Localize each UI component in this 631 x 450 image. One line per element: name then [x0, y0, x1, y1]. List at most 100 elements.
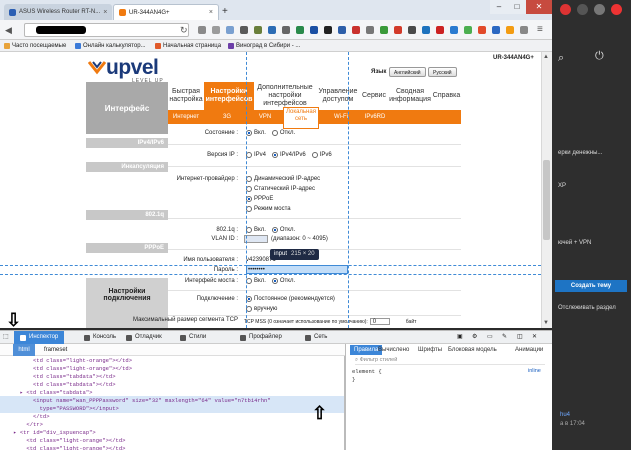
close-icon[interactable]: ×	[103, 9, 107, 16]
scroll-down-icon[interactable]: ▼	[543, 320, 549, 326]
conn-manual-option[interactable]: вручную	[246, 306, 277, 312]
close-icon[interactable]: ×	[209, 9, 213, 16]
bookmark-item[interactable]: Онлайн калькулятор...	[75, 41, 146, 51]
isp-static-option[interactable]: Статический IP-адрес	[246, 186, 315, 192]
bookmark-star-icon[interactable]	[198, 26, 206, 34]
power-icon[interactable]: ⏻	[595, 50, 604, 63]
addon-icon[interactable]	[380, 26, 388, 34]
download-icon[interactable]	[226, 26, 234, 34]
addon-icon[interactable]	[520, 26, 528, 34]
bookmark-item[interactable]: Виноград в Сибири - ...	[228, 41, 300, 51]
app-icon[interactable]	[594, 4, 605, 15]
bookmark-item[interactable]: Часто посещаемые	[4, 41, 66, 51]
ipv4v6-radio[interactable]	[272, 152, 279, 158]
addon-icon[interactable]	[268, 26, 276, 34]
back-icon[interactable]: ◀	[5, 20, 12, 40]
menu-icon[interactable]: ≡	[537, 20, 543, 40]
state-off-radio[interactable]	[271, 130, 278, 136]
close-devtools-icon[interactable]: ✕	[532, 331, 537, 344]
ipv6-radio[interactable]	[311, 152, 318, 158]
user-link[interactable]: hu4	[560, 412, 570, 418]
markup-view[interactable]: <td class="light-orange"></td> <td class…	[0, 356, 345, 450]
tab-advanced-interface[interactable]: Дополнительные настройки интерфейсов	[254, 82, 316, 110]
addon-icon[interactable]	[422, 26, 430, 34]
app-icon[interactable]	[560, 4, 571, 15]
tab-animations[interactable]: Анимации	[515, 345, 543, 355]
tab-network[interactable]: Сеть	[305, 331, 327, 344]
addon-icon[interactable]	[254, 26, 262, 34]
password-input[interactable]: ••••••••	[248, 267, 265, 273]
english-button[interactable]: Английский	[389, 67, 426, 77]
tab-help[interactable]: Справка	[432, 82, 461, 110]
track-section-link[interactable]: Отслеживать раздел	[558, 305, 616, 311]
tab-quick-setup[interactable]: Быстрая настройка	[168, 82, 204, 110]
tab-access-control[interactable]: Управление доступом	[316, 82, 360, 110]
subtab-lan[interactable]: Локальная сеть	[283, 107, 319, 129]
app-icon[interactable]	[611, 4, 622, 15]
isp-pppoe-option[interactable]: PPPoE	[246, 196, 273, 202]
tab-service[interactable]: Сервис	[360, 82, 388, 110]
bridge-off-radio[interactable]	[271, 278, 278, 284]
search-icon[interactable]: ⌕	[558, 52, 564, 65]
addon-icon[interactable]	[464, 26, 472, 34]
addon-icon[interactable]	[296, 26, 304, 34]
subtab-ipv6rd[interactable]: IPv6RD	[360, 111, 390, 123]
isp-bridge-option[interactable]: Режим моста	[246, 206, 291, 212]
subtab-vpn[interactable]: VPN	[250, 111, 280, 123]
minimize-icon[interactable]: –	[490, 0, 508, 14]
addon-icon[interactable]	[492, 26, 500, 34]
markup-line[interactable]: <td class="light-orange"></td>	[0, 444, 344, 450]
tab-profiler[interactable]: Профайлер	[240, 331, 282, 344]
isp-dynamic-option[interactable]: Динамический IP-адрес	[246, 176, 320, 182]
scrollbar-thumb[interactable]	[543, 160, 550, 240]
settings-icon[interactable]: ⚙	[472, 331, 477, 344]
addon-icon[interactable]	[450, 26, 458, 34]
mss-input[interactable]: 0	[369, 318, 390, 325]
create-topic-button[interactable]: Создать тему	[555, 280, 627, 292]
tab-asus[interactable]: ASUS Wireless Router RT-N... ×	[4, 4, 112, 20]
scroll-up-icon[interactable]: ▲	[543, 54, 549, 60]
tab-console[interactable]: Консоль	[84, 331, 116, 344]
tab-upvel[interactable]: UR-344AN4G+ ×	[113, 4, 219, 20]
close-window-icon[interactable]: ✕	[526, 0, 552, 14]
sidebar-item[interactable]: ерки денежны...	[558, 150, 602, 156]
addon-icon[interactable]	[366, 26, 374, 34]
addon-icon[interactable]	[352, 26, 360, 34]
sidebar-item[interactable]: ючей + VPN	[558, 240, 591, 246]
breadcrumb-frameset[interactable]: frameset	[44, 345, 67, 355]
addon-icon[interactable]	[394, 26, 402, 34]
pick-element-icon[interactable]: ⬚	[3, 331, 9, 344]
sidebar-item[interactable]: XP	[558, 183, 566, 189]
addon-icon[interactable]	[478, 26, 486, 34]
vlan-id-input[interactable]	[244, 235, 268, 243]
home-icon[interactable]	[240, 26, 248, 34]
responsive-icon[interactable]: ▭	[487, 331, 493, 344]
tab-summary[interactable]: Сводная информация	[388, 82, 432, 110]
breadcrumb-html[interactable]: html	[13, 344, 35, 356]
dock-icon[interactable]: ◫	[517, 331, 523, 344]
tab-box-model[interactable]: Блоковая модель	[448, 345, 497, 355]
addon-icon[interactable]	[324, 26, 332, 34]
style-filter-input[interactable]: ⌕ Фильтр стилей	[355, 356, 545, 365]
addon-icon[interactable]	[436, 26, 444, 34]
addon-icon[interactable]	[506, 26, 514, 34]
addon-icon[interactable]	[282, 26, 290, 34]
tab-debugger[interactable]: Отладчик	[126, 331, 162, 344]
split-console-icon[interactable]: ▣	[457, 331, 463, 344]
tab-fonts[interactable]: Шрифты	[418, 345, 442, 355]
8021q-off-radio[interactable]	[271, 227, 278, 233]
addon-icon[interactable]	[310, 26, 318, 34]
subtab-wifi[interactable]: Wi-Fi	[326, 111, 356, 123]
conn-always-option[interactable]: Постоянное (рекомендуется)	[246, 296, 335, 302]
russian-button[interactable]: Русский	[428, 67, 457, 77]
addon-icon[interactable]	[338, 26, 346, 34]
reload-icon[interactable]: ↻	[180, 20, 188, 40]
tab-inspector[interactable]: Инспектор	[14, 331, 65, 344]
bookmark-item[interactable]: Начальная страница	[155, 41, 221, 51]
scratchpad-icon[interactable]: ✎	[502, 331, 507, 344]
app-icon[interactable]	[577, 4, 588, 15]
reading-list-icon[interactable]	[212, 26, 220, 34]
new-tab-icon[interactable]: +	[222, 6, 228, 17]
tab-computed[interactable]: Вычислено	[378, 345, 409, 355]
subtab-internet[interactable]: Интернет	[168, 111, 204, 123]
